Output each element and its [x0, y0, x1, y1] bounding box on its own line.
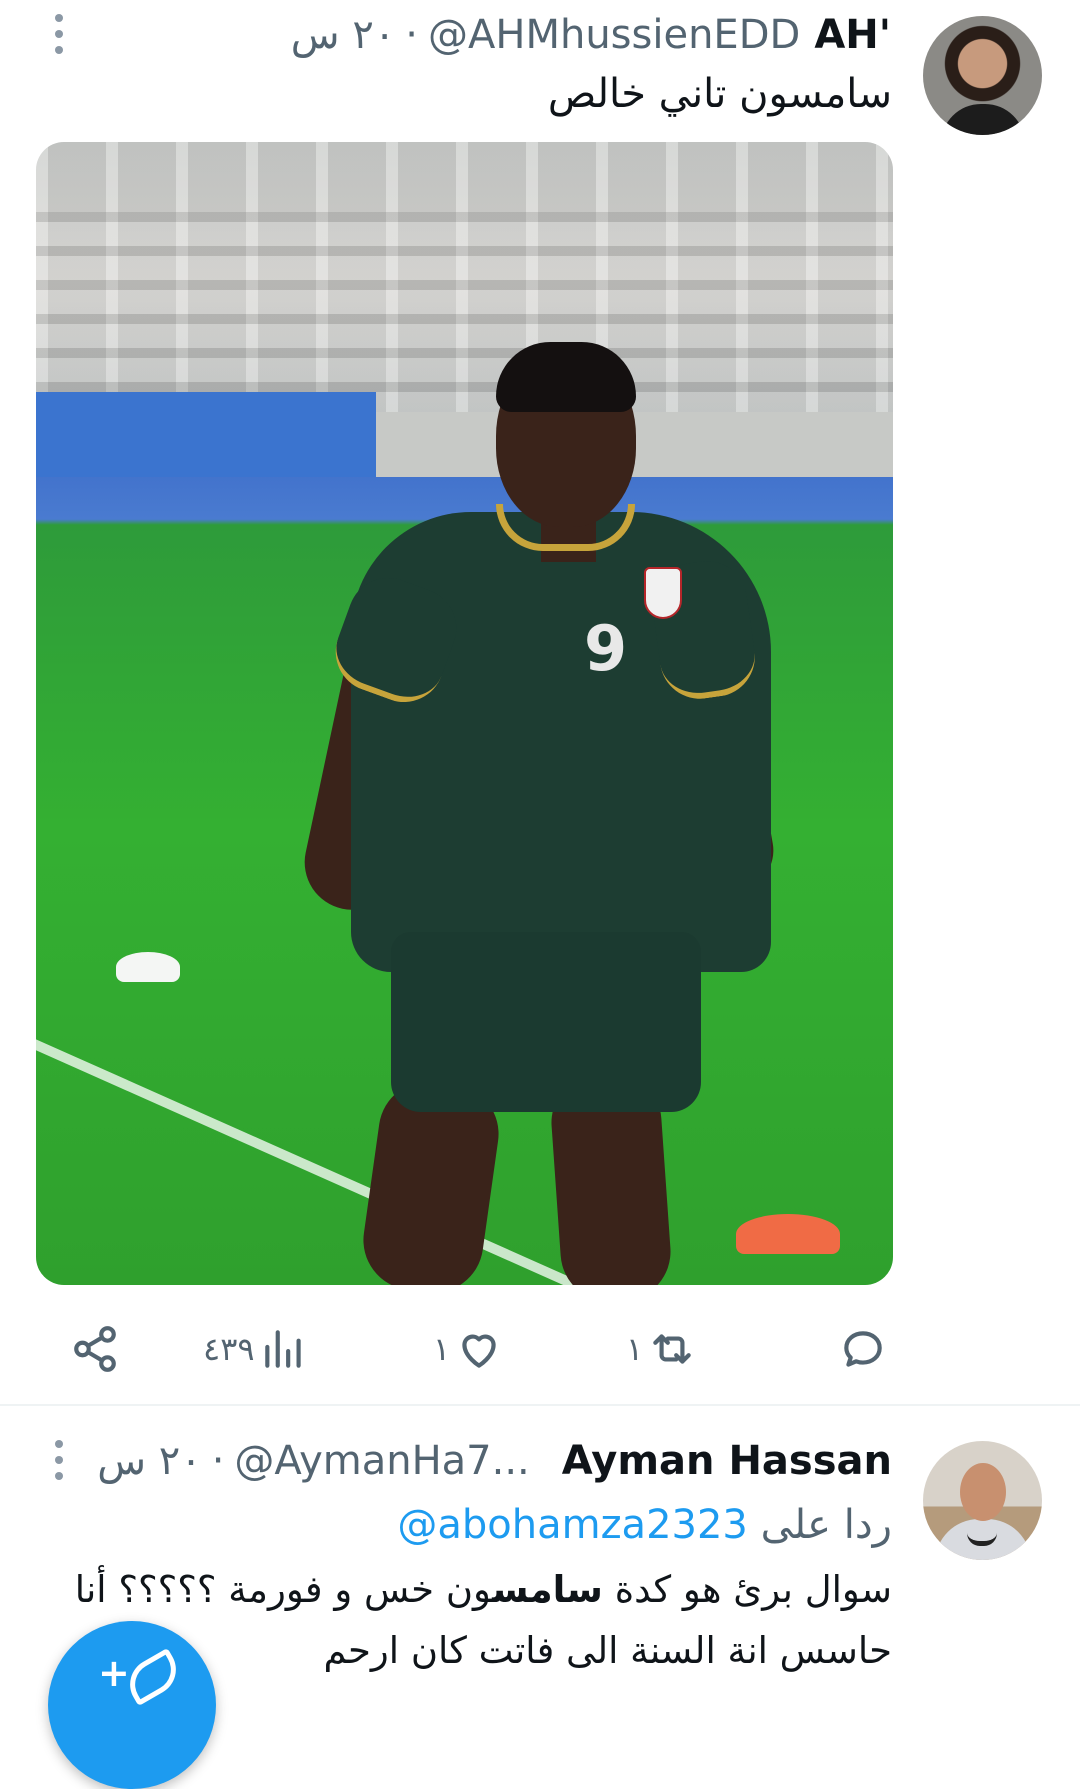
retweet-button[interactable]: ١ [626, 1320, 697, 1378]
separator: · [405, 12, 419, 58]
retweet-count: ١ [626, 1330, 644, 1368]
plus-icon: + [98, 1651, 130, 1695]
heart-icon [462, 1334, 496, 1368]
replying-to: ردا على @abohamza2323 [397, 1497, 892, 1553]
tweet-text-part: ون خس و فورمة ؟؟؟؟؟ أنا [74, 1568, 493, 1611]
tweet-text: سامسون تاني خالص [547, 71, 892, 117]
timestamp[interactable]: ٢٠ س [291, 10, 396, 60]
reply-button[interactable] [838, 1320, 892, 1378]
divider [0, 1404, 1080, 1406]
tweet-header: ٢٠ س · @AymanHa7... Ayman Hassan [97, 1436, 892, 1486]
timestamp[interactable]: ٢٠ س [97, 1436, 202, 1486]
separator: · [211, 1438, 225, 1484]
like-count: ١ [433, 1330, 451, 1368]
tweet-text-line-2: حاسس انة السنة الى فاتت كان ارحم [323, 1629, 892, 1672]
replying-prefix: ردا على [760, 1502, 892, 1548]
views-count: ٤٣٩ [203, 1330, 255, 1368]
more-options-icon[interactable] [55, 14, 63, 54]
retweet-icon [653, 1334, 691, 1364]
share-icon [74, 1326, 116, 1372]
replying-handle-link[interactable]: @abohamza2323 [397, 1502, 748, 1548]
share-button[interactable] [70, 1320, 120, 1378]
more-options-icon[interactable] [55, 1440, 63, 1480]
views-icon [264, 1330, 301, 1368]
avatar[interactable] [923, 1441, 1042, 1560]
user-handle[interactable]: @AymanHa7... [234, 1436, 529, 1486]
tweet-text-part: سوال برئ هو كدة [602, 1568, 892, 1611]
display-name[interactable]: Ayman Hassan [562, 1436, 892, 1486]
feather-icon [120, 1647, 186, 1707]
views-button[interactable]: ٤٣٩ [203, 1320, 309, 1378]
avatar[interactable] [923, 16, 1042, 135]
like-button[interactable]: ١ [433, 1320, 504, 1378]
display-name[interactable]: AH' [814, 10, 891, 60]
user-handle[interactable]: @AHMhussienEDD [428, 10, 800, 60]
reply-icon [844, 1331, 882, 1367]
tweet-text-line-1: سوال برئ هو كدة سامسون خس و فورمة ؟؟؟؟؟ … [75, 1560, 892, 1620]
tweet-header: ٢٠ س · @AHMhussienEDD AH' [291, 10, 891, 60]
compose-tweet-button[interactable]: + [48, 1621, 216, 1789]
tweet-text-bold: سامس [492, 1568, 603, 1611]
tweet-photo[interactable]: 9 [36, 142, 893, 1285]
